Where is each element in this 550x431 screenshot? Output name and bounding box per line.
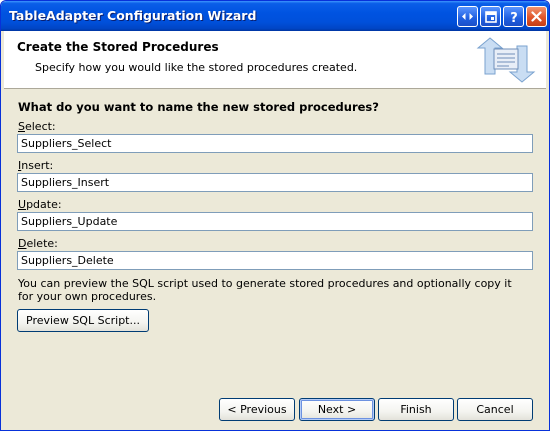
delete-name-input[interactable] [17, 251, 533, 270]
restore-button[interactable] [480, 6, 501, 27]
window-title: TableAdapter Configuration Wizard [9, 8, 257, 23]
wizard-window: TableAdapter Configuration Wizard ? Crea… [0, 0, 550, 431]
preview-sql-script-button[interactable]: Preview SQL Script... [17, 309, 149, 332]
preview-info-text: You can preview the SQL script used to g… [18, 277, 512, 303]
delete-label-text: elete: [26, 237, 58, 250]
select-label: Select: [18, 120, 56, 133]
update-name-input[interactable] [17, 212, 533, 231]
delete-label: Delete: [18, 237, 58, 250]
update-label-text: pdate: [26, 198, 62, 211]
insert-name-input[interactable] [17, 173, 533, 192]
insert-label-text: nsert: [21, 159, 54, 172]
cancel-button[interactable]: Cancel [457, 398, 533, 421]
select-name-input[interactable] [17, 134, 533, 153]
question-heading: What do you want to name the new stored … [18, 100, 379, 114]
previous-button[interactable]: < Previous [219, 398, 295, 421]
help-icon: ? [510, 11, 518, 24]
help-button[interactable]: ? [503, 6, 524, 27]
close-icon [531, 11, 542, 22]
wizard-header: Create the Stored Procedures Specify how… [4, 31, 546, 89]
select-label-mnemonic: S [18, 120, 25, 133]
title-bar[interactable]: TableAdapter Configuration Wizard ? [1, 1, 549, 31]
finish-button[interactable]: Finish [378, 398, 454, 421]
update-label: Update: [18, 198, 62, 211]
extra-titlebar-button[interactable] [457, 6, 478, 27]
update-label-mnemonic: U [18, 198, 27, 211]
next-button[interactable]: Next > [299, 398, 375, 421]
svg-text:?: ? [510, 11, 518, 24]
restore-icon [484, 10, 497, 23]
select-label-text: elect: [24, 120, 56, 133]
help-move-icon [462, 13, 473, 20]
database-arrows-icon [476, 37, 536, 83]
page-title: Create the Stored Procedures [17, 40, 219, 54]
wizard-body: What do you want to name the new stored … [4, 90, 546, 390]
close-button[interactable] [526, 6, 547, 27]
insert-label: Insert: [18, 159, 53, 172]
page-subtitle: Specify how you would like the stored pr… [35, 61, 358, 74]
